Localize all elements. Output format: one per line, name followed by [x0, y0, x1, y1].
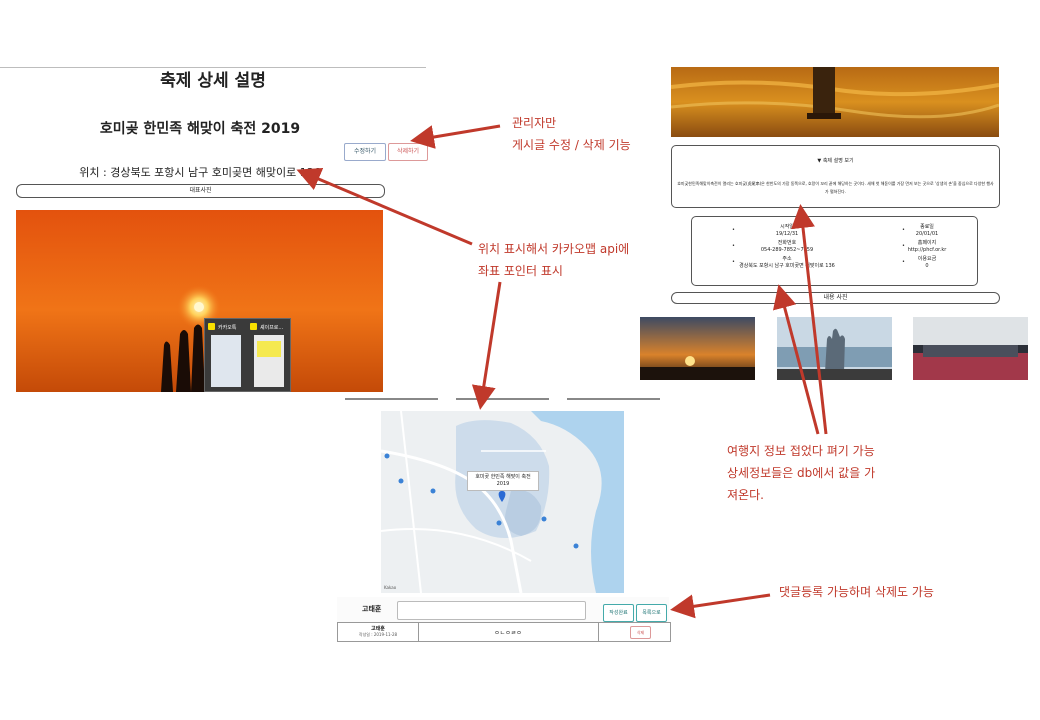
- annotation-info-line1: 여행지 정보 접었다 펴기 가능: [727, 444, 875, 458]
- annotation-admin-line2: 게시글 수정 / 삭제 기능: [512, 138, 631, 152]
- arrow-map: [471, 281, 502, 410]
- annotation-info-line2: 상세정보들은 db에서 값을 가: [727, 466, 876, 480]
- arrow-admin: [410, 124, 501, 149]
- arrow-comment: [670, 593, 771, 619]
- annotation-arrows: [296, 124, 828, 619]
- annotation-map-line2: 좌표 포인터 표시: [478, 264, 563, 278]
- annotation-admin: 관리자만 게시글 수정 / 삭제 기능: [512, 112, 631, 156]
- annotation-map-line1: 위치 표시해서 카카오맵 api에: [478, 242, 630, 256]
- annotation-info-line3: 져온다.: [727, 488, 764, 502]
- arrow-info-toggle: [791, 204, 828, 435]
- annotation-info: 여행지 정보 접었다 펴기 가능 상세정보들은 db에서 값을 가 져온다.: [727, 440, 875, 506]
- arrow-location: [296, 167, 473, 246]
- annotation-admin-line1: 관리자만: [512, 116, 557, 130]
- annotation-comment: 댓글등록 가능하며 삭제도 가능: [779, 585, 934, 599]
- annotation-map: 위치 표시해서 카카오맵 api에 좌표 포인터 표시: [478, 238, 629, 282]
